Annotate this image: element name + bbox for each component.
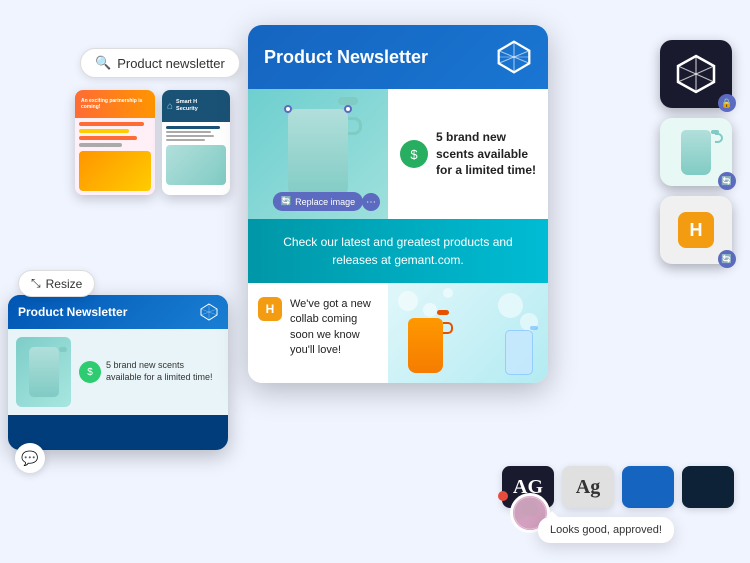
- brand-ag-light[interactable]: Ag: [562, 466, 614, 508]
- right-icon-panel: 🔒 🔄 H 🔄: [660, 40, 732, 264]
- h-letter-badge: H: [678, 212, 714, 248]
- search-bar[interactable]: 🔍 Product newsletter: [80, 48, 240, 78]
- brand-blue[interactable]: [622, 466, 674, 508]
- main-section-1: 🔄 Replace image ⋯ $ 5 brand new scents a…: [248, 89, 548, 219]
- right-icon-h[interactable]: H 🔄: [660, 196, 732, 264]
- lock-badge-1: 🔒: [718, 94, 736, 112]
- bubble2: [423, 303, 437, 317]
- preview-bottle-image: [16, 337, 71, 407]
- preview-crystal-icon: [200, 303, 218, 321]
- lock-badge-3: 🔄: [718, 250, 736, 268]
- main-crystal-icon: [496, 39, 532, 75]
- collab-text: We've got a new collab coming soon we kn…: [290, 297, 378, 359]
- bottle-handle: [348, 117, 362, 135]
- h-badge: H: [258, 297, 282, 321]
- corner-dot-tr: [344, 105, 352, 113]
- bubble1: [398, 291, 418, 311]
- right-icon-bottle[interactable]: 🔄: [660, 118, 732, 186]
- resize-icon: ⤡: [31, 276, 41, 291]
- section2-text: Check our latest and greatest products a…: [264, 233, 532, 269]
- avatar-container: Looks good, approved!: [510, 493, 550, 533]
- house-icon: ⌂: [167, 101, 173, 112]
- template-card1-image: [79, 151, 151, 191]
- template-card2-body: [162, 122, 230, 189]
- bottle-nozzle: [338, 97, 358, 105]
- preview-scent-text: 5 brand new scents available for a limit…: [106, 360, 220, 383]
- ag-light-label: Ag: [576, 476, 600, 499]
- template-card-colorful[interactable]: An exciting partnership is coming!: [75, 90, 155, 195]
- bubble5: [498, 293, 523, 318]
- replace-image-label: Replace image: [295, 197, 355, 207]
- brand-dark-blue[interactable]: [682, 466, 734, 508]
- dots-icon: ⋯: [366, 197, 376, 208]
- main-section-3: H We've got a new collab coming soon we …: [248, 283, 548, 383]
- main-newsletter-card: Product Newsletter: [248, 25, 548, 383]
- preview-card[interactable]: Product Newsletter $ 5 brand new scents …: [8, 295, 228, 450]
- main-card-title: Product Newsletter: [264, 47, 428, 68]
- right-bottle-visual: [681, 130, 711, 175]
- resize-label: Resize: [46, 277, 83, 291]
- main-text-area-1: $ 5 brand new scents available for a lim…: [388, 89, 548, 219]
- main-card-header: Product Newsletter: [248, 25, 548, 89]
- preview-text-area: $ 5 brand new scents available for a lim…: [79, 337, 220, 407]
- orange-bottle: [408, 318, 443, 373]
- notification-dot: [498, 491, 508, 501]
- right-icon-crystal[interactable]: 🔒: [660, 40, 732, 108]
- bottle-image-area[interactable]: 🔄 Replace image ⋯: [248, 89, 388, 219]
- search-icon: 🔍: [95, 55, 111, 71]
- more-options-button[interactable]: ⋯: [362, 193, 380, 211]
- spray-image-area: [388, 283, 548, 383]
- preview-card-header: Product Newsletter: [8, 295, 228, 329]
- chat-icon: 💬: [21, 450, 38, 467]
- search-input-value[interactable]: Product newsletter: [117, 56, 225, 71]
- collab-text-area: H We've got a new collab coming soon we …: [248, 283, 388, 383]
- template-card1-header: An exciting partnership is coming!: [75, 90, 155, 118]
- template-card1-body: [75, 118, 155, 195]
- bottle-body: [288, 109, 348, 199]
- template-card2-title: Smart H Security: [176, 99, 198, 112]
- replace-image-button[interactable]: 🔄 Replace image: [273, 192, 363, 211]
- preview-green-badge: $: [79, 361, 101, 383]
- green-s-badge: $: [400, 140, 428, 168]
- template-card-smart[interactable]: ⌂ Smart H Security: [162, 90, 230, 195]
- approved-bubble: Looks good, approved!: [538, 517, 674, 543]
- main-section-2: Check our latest and greatest products a…: [248, 219, 548, 283]
- resize-button[interactable]: ⤡ Resize: [18, 270, 95, 297]
- preview-card-title: Product Newsletter: [18, 305, 127, 319]
- chat-icon-button[interactable]: 💬: [15, 443, 45, 473]
- corner-dot-tl: [284, 105, 292, 113]
- bubble3: [443, 288, 453, 298]
- template-card1-header-text: An exciting partnership is coming!: [81, 98, 149, 110]
- preview-card-body: $ 5 brand new scents available for a lim…: [8, 329, 228, 415]
- approved-text: Looks good, approved!: [550, 524, 662, 536]
- template-card2-header: ⌂ Smart H Security: [162, 90, 230, 122]
- clear-bottle: [505, 330, 533, 375]
- replace-icon: 🔄: [281, 196, 292, 207]
- crystal-icon-svg: [675, 53, 717, 95]
- lock-badge-2: 🔄: [718, 172, 736, 190]
- scent-text: 5 brand new scents available for a limit…: [436, 129, 536, 179]
